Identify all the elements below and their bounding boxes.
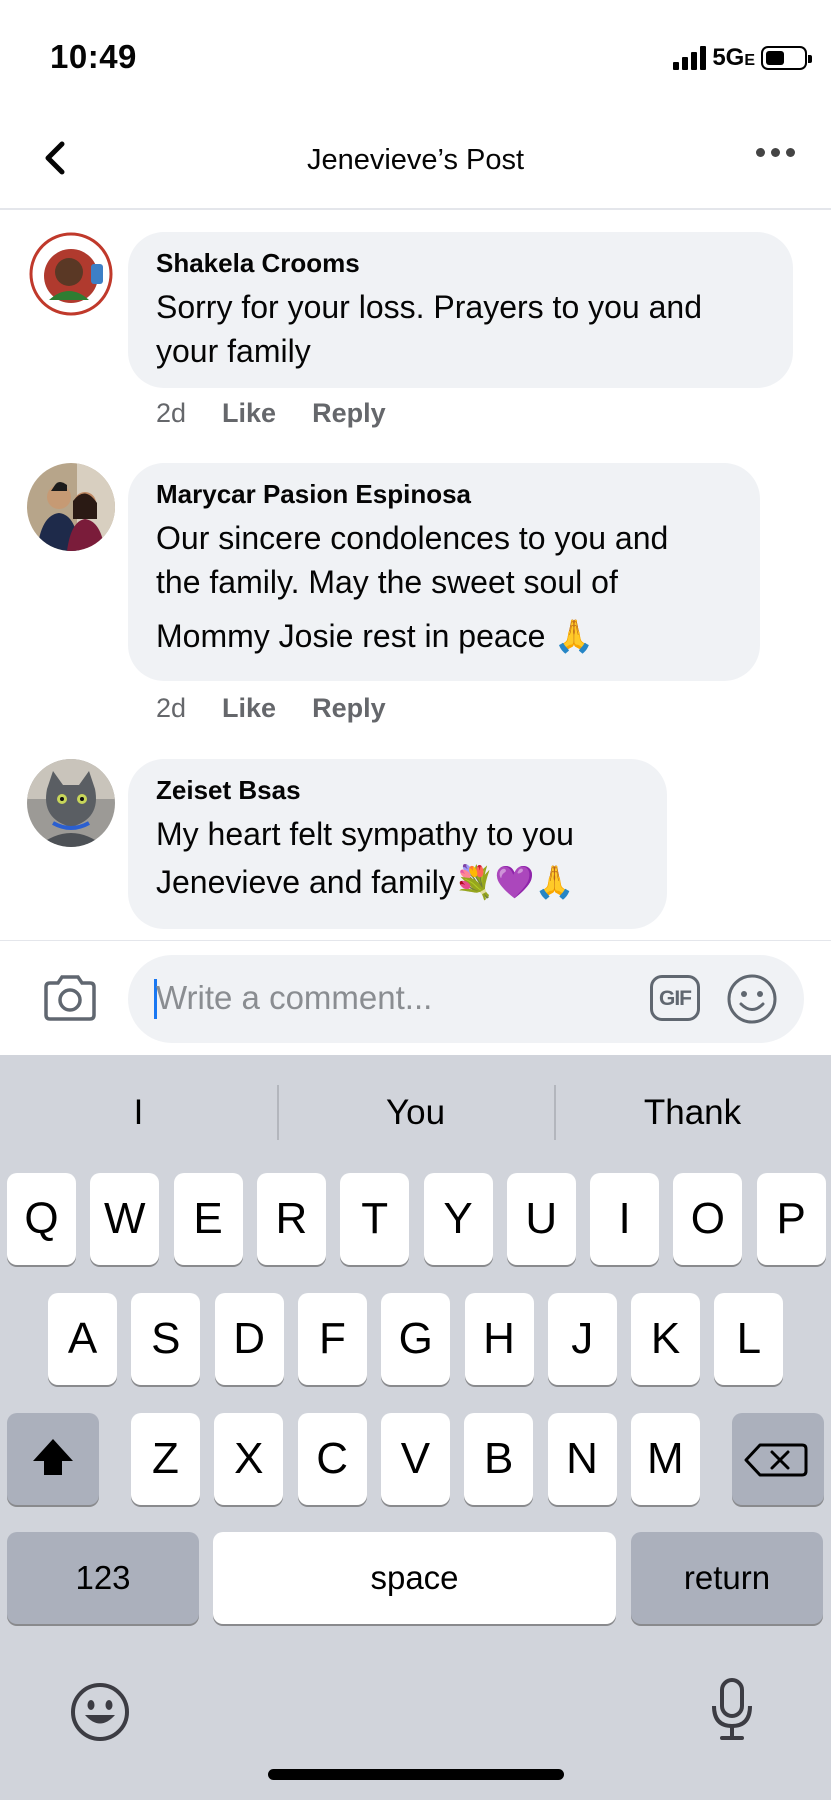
avatar[interactable]	[27, 230, 115, 318]
comment-text-line: Mommy Josie rest in peace 🙏	[156, 618, 595, 654]
key-z[interactable]: Z	[131, 1413, 200, 1505]
avatar[interactable]	[27, 463, 115, 551]
comment-text-line: Sorry for your loss. Prayers to you and	[156, 289, 702, 325]
comment-text-line: your family	[156, 333, 311, 369]
like-button[interactable]: Like	[222, 693, 276, 724]
comment-text: Our sincere condolences to you and the f…	[156, 516, 732, 658]
key-o[interactable]: O	[673, 1173, 743, 1265]
backspace-icon	[744, 1443, 808, 1477]
comment-bubble[interactable]: Marycar Pasion Espinosa Our sincere cond…	[128, 463, 760, 681]
comment-bubble[interactable]: Shakela Crooms Sorry for your loss. Pray…	[128, 232, 793, 388]
comment-placeholder: Write a comment...	[156, 979, 433, 1016]
post-header: Jenevieve’s Post	[0, 110, 831, 210]
microphone-icon[interactable]	[706, 1676, 758, 1744]
suggestion-item[interactable]: You	[277, 1055, 554, 1170]
shift-key[interactable]	[7, 1413, 99, 1505]
network-type: 5G	[712, 44, 745, 71]
comment-text-line: My heart felt sympathy to you	[156, 816, 574, 852]
comment-time: 2d	[156, 693, 187, 723]
status-time: 10:49	[50, 38, 137, 75]
status-bar: 10:49 5GE	[0, 0, 831, 110]
like-button[interactable]: Like	[222, 398, 276, 429]
more-dots-icon[interactable]	[756, 148, 795, 157]
status-indicators: 5GE	[673, 44, 812, 72]
battery-icon	[761, 46, 812, 70]
key-w[interactable]: W	[90, 1173, 160, 1265]
camera-icon[interactable]	[42, 973, 98, 1021]
comment-list[interactable]: Shakela Crooms Sorry for your loss. Pray…	[0, 210, 831, 940]
comment-text-line: Jenevieve and family💐💜🙏	[156, 864, 575, 900]
comment-text: My heart felt sympathy to you Jenevieve …	[156, 812, 639, 904]
reply-button[interactable]: Reply	[312, 693, 386, 724]
comment-author[interactable]: Shakela Crooms	[156, 248, 765, 279]
comment-actions: 2d Like Reply	[156, 693, 386, 724]
smiley-icon[interactable]	[726, 973, 778, 1025]
comment-author[interactable]: Marycar Pasion Espinosa	[156, 479, 732, 510]
comment-author[interactable]: Zeiset Bsas	[156, 775, 639, 806]
network-suffix: E	[744, 52, 755, 69]
comment-bubble[interactable]: Zeiset Bsas My heart felt sympathy to yo…	[128, 759, 667, 929]
key-r[interactable]: R	[256, 1173, 326, 1265]
shift-arrow-icon	[33, 1439, 73, 1475]
comment-actions: 2d Like Reply	[156, 398, 386, 429]
key-f[interactable]: F	[297, 1293, 367, 1385]
network-label: 5GE	[712, 44, 755, 72]
key-n[interactable]: N	[547, 1413, 617, 1505]
key-p[interactable]: P	[756, 1173, 826, 1265]
key-m[interactable]: M	[630, 1413, 700, 1505]
key-l[interactable]: L	[714, 1293, 784, 1385]
home-indicator	[268, 1769, 564, 1780]
suggestion-item[interactable]: Thank	[554, 1055, 831, 1170]
key-b[interactable]: B	[464, 1413, 534, 1505]
signal-icon	[673, 46, 707, 70]
comment-composer: Write a comment... GIF	[0, 940, 831, 1056]
key-v[interactable]: V	[380, 1413, 450, 1505]
gif-button[interactable]: GIF	[650, 975, 700, 1021]
key-d[interactable]: D	[214, 1293, 284, 1385]
key-c[interactable]: C	[297, 1413, 367, 1505]
reply-button[interactable]: Reply	[312, 398, 386, 429]
suggestion-item[interactable]: I	[0, 1055, 277, 1170]
avatar[interactable]	[27, 759, 115, 847]
numbers-key[interactable]: 123	[7, 1532, 199, 1624]
key-q[interactable]: Q	[7, 1173, 76, 1265]
emoji-face-icon[interactable]	[68, 1680, 132, 1744]
key-i[interactable]: I	[590, 1173, 660, 1265]
comment-text-line: the family. May the sweet soul of	[156, 564, 618, 600]
key-y[interactable]: Y	[423, 1173, 493, 1265]
key-a[interactable]: A	[48, 1293, 117, 1385]
key-g[interactable]: G	[381, 1293, 451, 1385]
key-x[interactable]: X	[214, 1413, 284, 1505]
comment-text-line: Our sincere condolences to you and	[156, 520, 669, 556]
comment-time: 2d	[156, 398, 187, 428]
key-s[interactable]: S	[131, 1293, 201, 1385]
delete-key[interactable]	[732, 1413, 824, 1505]
suggestion-bar: I You Thank	[0, 1055, 831, 1170]
space-key[interactable]: space	[213, 1532, 616, 1624]
key-u[interactable]: U	[506, 1173, 576, 1265]
return-key[interactable]: return	[631, 1532, 823, 1624]
key-t[interactable]: T	[340, 1173, 410, 1265]
page-title: Jenevieve’s Post	[306, 144, 525, 176]
key-k[interactable]: K	[631, 1293, 701, 1385]
comment-text: Sorry for your loss. Prayers to you and …	[156, 285, 765, 373]
key-h[interactable]: H	[464, 1293, 534, 1385]
key-e[interactable]: E	[173, 1173, 243, 1265]
comment-input[interactable]: Write a comment... GIF	[128, 955, 804, 1043]
key-j[interactable]: J	[547, 1293, 617, 1385]
